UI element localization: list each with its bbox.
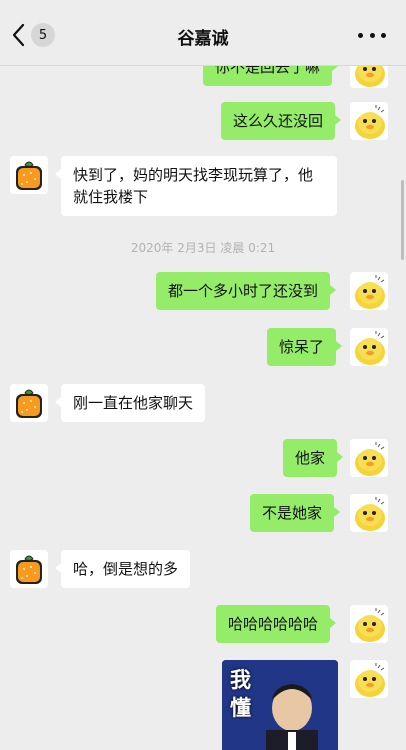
- chat-title: 谷嘉诚: [177, 29, 229, 49]
- message-text: 惊呆了: [279, 338, 325, 356]
- yellow-duck-avatar-icon: [350, 439, 388, 477]
- my-avatar[interactable]: [350, 272, 388, 310]
- message-bubble-outgoing[interactable]: 都一个多小时了还没到: [156, 272, 337, 310]
- message-timestamp: 2020年 2月3日 凌晨 0:21: [130, 241, 276, 255]
- message-text: 不是她家: [262, 504, 323, 522]
- contact-avatar[interactable]: [10, 384, 48, 422]
- message-text: 他家: [295, 449, 326, 467]
- orange-fruit-avatar-icon: [10, 384, 48, 422]
- more-dots-icon: [358, 32, 363, 38]
- message-bubble-outgoing[interactable]: 不是她家: [250, 494, 341, 532]
- my-avatar[interactable]: [350, 494, 388, 532]
- message-bubble-outgoing[interactable]: 哈哈哈哈哈哈: [216, 605, 337, 643]
- message-bubble-outgoing[interactable]: 惊呆了: [267, 328, 343, 366]
- chat-header: 5 谷嘉诚: [0, 0, 406, 66]
- my-avatar[interactable]: [350, 660, 388, 698]
- message-text: 哈，倒是想的多: [73, 560, 179, 578]
- contact-avatar[interactable]: [10, 550, 48, 588]
- orange-fruit-avatar-icon: [10, 550, 48, 588]
- yellow-duck-avatar-icon: [350, 272, 388, 310]
- message-bubble-incoming[interactable]: 哈，倒是想的多: [54, 550, 191, 588]
- more-dot: [369, 32, 375, 38]
- message-text: 这么久还没回: [233, 112, 324, 130]
- orange-fruit-avatar-icon: [10, 156, 48, 194]
- my-avatar[interactable]: [350, 328, 388, 366]
- yellow-duck-avatar-icon: [350, 494, 388, 532]
- message-text: 哈哈哈哈哈哈: [228, 615, 319, 633]
- message-bubble-outgoing[interactable]: 这么久还没回: [221, 102, 342, 140]
- scrollbar[interactable]: [401, 180, 404, 260]
- message-bubble-incoming[interactable]: 快到了，妈的明天找李现玩算了，他 就住我楼下: [55, 156, 337, 216]
- yellow-duck-avatar-icon: [350, 102, 388, 140]
- message-bubble-outgoing[interactable]: 他家: [283, 439, 344, 477]
- yellow-duck-avatar-icon: [350, 660, 388, 698]
- sticker-image[interactable]: 我懂: [222, 660, 338, 750]
- contact-avatar[interactable]: [10, 156, 48, 194]
- more-dot: [381, 32, 386, 38]
- yellow-duck-avatar-icon: [350, 605, 388, 643]
- message-bubble-incoming[interactable]: 刚一直在他家聊天: [54, 384, 206, 422]
- my-avatar[interactable]: [350, 102, 388, 140]
- message-text-line: 快到了，妈的明天找李现玩算了，他: [73, 166, 314, 184]
- message-text-line: 就住我楼下: [73, 188, 149, 206]
- message-text: 刚一直在他家聊天: [73, 394, 194, 412]
- more-button[interactable]: [358, 26, 386, 44]
- my-avatar[interactable]: [350, 439, 388, 477]
- yellow-duck-avatar-icon: [350, 328, 388, 366]
- my-avatar[interactable]: [350, 605, 388, 643]
- sticker-caption: 我懂: [230, 668, 251, 720]
- message-text: 都一个多小时了还没到: [168, 282, 319, 300]
